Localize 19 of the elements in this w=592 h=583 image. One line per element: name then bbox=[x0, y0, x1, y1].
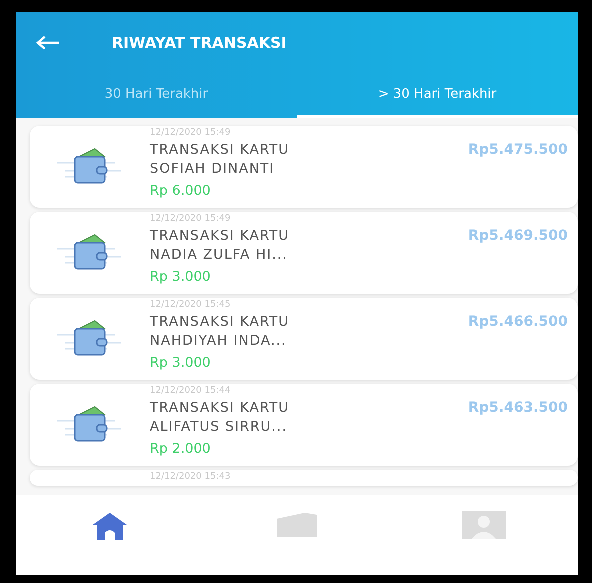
back-arrow-icon[interactable] bbox=[36, 35, 60, 51]
transaction-title: TRANSAKSI KARTU bbox=[150, 399, 290, 418]
transaction-amount: Rp 3.000 bbox=[150, 354, 212, 373]
customer-name: SOFIAH DINANTI bbox=[150, 160, 276, 179]
customer-name: NADIA ZULFA HI... bbox=[150, 246, 289, 265]
transaction-title: TRANSAKSI KARTU bbox=[150, 141, 290, 160]
page-title: RIWAYAT TRANSAKSI bbox=[112, 32, 287, 54]
balance-amount: Rp5.466.500 bbox=[468, 313, 568, 332]
customer-name: NAHDIYAH INDA... bbox=[150, 332, 288, 351]
transaction-title: TRANSAKSI KARTU bbox=[150, 313, 290, 332]
home-icon[interactable] bbox=[90, 511, 129, 541]
balance-amount: Rp5.463.500 bbox=[468, 399, 568, 418]
transaction-title: TRANSAKSI KARTU bbox=[150, 227, 290, 246]
balance-amount: Rp5.469.500 bbox=[468, 227, 568, 246]
transaction-amount: Rp 2.000 bbox=[150, 440, 212, 459]
transaction-amount: Rp 6.000 bbox=[150, 182, 212, 201]
customer-name: ALIFATUS SIRRU... bbox=[150, 418, 289, 437]
balance-amount: Rp5.475.500 bbox=[468, 141, 568, 160]
transaction-amount: Rp 3.000 bbox=[150, 268, 212, 287]
